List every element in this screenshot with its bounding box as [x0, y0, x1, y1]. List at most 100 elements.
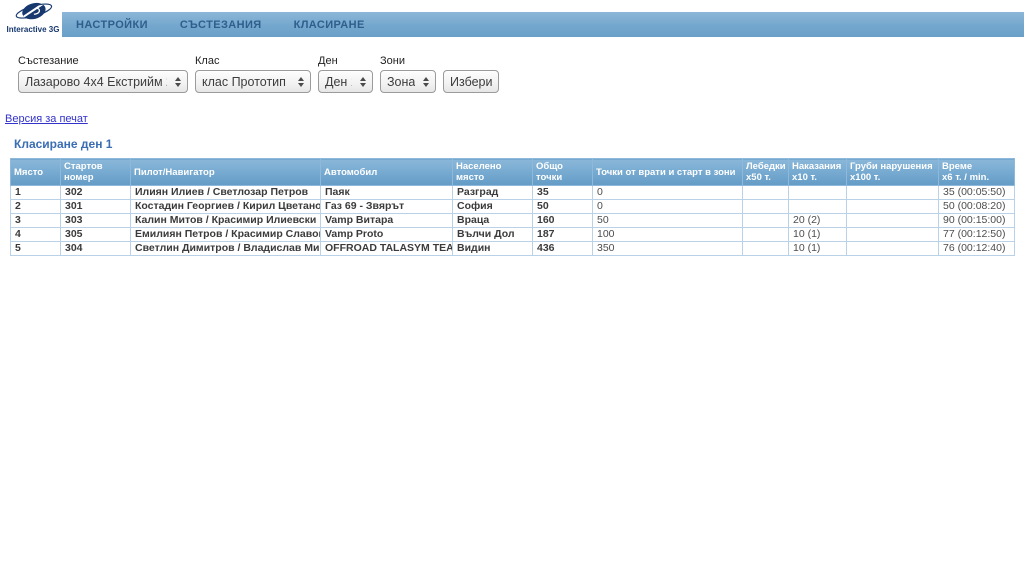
- cell-time: 77 (00:12:50): [939, 228, 1015, 242]
- competition-select-value: Лазарово 4x4 Екстрийм 2016: [25, 75, 167, 89]
- cell-total-points: 187: [533, 228, 593, 242]
- day-select-value: Ден 1: [325, 75, 352, 89]
- cell-winches: [743, 242, 789, 256]
- cell-town: София: [453, 200, 533, 214]
- class-label: Клас: [195, 55, 311, 67]
- cell-total-points: 436: [533, 242, 593, 256]
- cell-place: 2: [11, 200, 61, 214]
- dropdown-stepper-icon: [298, 77, 304, 87]
- cell-penalties: 20 (2): [789, 214, 847, 228]
- cell-total-points: 35: [533, 186, 593, 200]
- col-header-pilot-navigator: Пилот/Навигатор: [131, 159, 321, 186]
- cell-pilot-navigator: Костадин Георгиев / Кирил Цветанов: [131, 200, 321, 214]
- cell-gross-violations: [847, 214, 939, 228]
- cell-pilot-navigator: Емилиян Петров / Красимир Славов: [131, 228, 321, 242]
- col-header-total-points: Общо точки: [533, 159, 593, 186]
- cell-start-number: 301: [61, 200, 131, 214]
- cell-gate-points: 0: [593, 186, 743, 200]
- cell-gate-points: 100: [593, 228, 743, 242]
- cell-gross-violations: [847, 200, 939, 214]
- cell-penalties: [789, 186, 847, 200]
- cell-start-number: 305: [61, 228, 131, 242]
- col-header-winches: Лебедки x50 т.: [743, 159, 789, 186]
- cell-penalties: 10 (1): [789, 228, 847, 242]
- cell-time: 35 (00:05:50): [939, 186, 1015, 200]
- app-header: Interactive 3G НАСТРОЙКИ СЪСТЕЗАНИЯ КЛАС…: [0, 0, 1024, 46]
- print-version-link[interactable]: Версия за печат: [5, 113, 88, 125]
- cell-gross-violations: [847, 186, 939, 200]
- cell-winches: [743, 228, 789, 242]
- col-header-town: Населено място: [453, 159, 533, 186]
- cell-place: 5: [11, 242, 61, 256]
- col-header-start-number: Стартов номер: [61, 159, 131, 186]
- col-header-car: Автомобил: [321, 159, 453, 186]
- cell-winches: [743, 200, 789, 214]
- zones-select-value: Зона 7: [387, 75, 415, 89]
- cell-gate-points: 0: [593, 200, 743, 214]
- cell-town: Вълчи Дол: [453, 228, 533, 242]
- cell-start-number: 302: [61, 186, 131, 200]
- day-label: Ден: [318, 55, 373, 67]
- cell-car: Vamp Proto: [321, 228, 453, 242]
- table-row: 3 303 Калин Митов / Красимир Илиевски Va…: [11, 214, 1015, 228]
- cell-place: 4: [11, 228, 61, 242]
- cell-car: Газ 69 - Звярът: [321, 200, 453, 214]
- select-button[interactable]: Избери: [443, 70, 499, 93]
- cell-winches: [743, 214, 789, 228]
- cell-gate-points: 50: [593, 214, 743, 228]
- cell-place: 1: [11, 186, 61, 200]
- table-row: 1 302 Илиян Илиев / Светлозар Петров Пая…: [11, 186, 1015, 200]
- col-header-time: Време x6 т. / min.: [939, 159, 1015, 186]
- cell-gate-points: 350: [593, 242, 743, 256]
- dropdown-stepper-icon: [423, 77, 429, 87]
- cell-penalties: [789, 200, 847, 214]
- zones-label: Зони: [380, 55, 436, 67]
- cell-start-number: 303: [61, 214, 131, 228]
- col-header-place: Място: [11, 159, 61, 186]
- cell-car: OFFROAD TALASYM TEAM: [321, 242, 453, 256]
- col-header-penalties: Наказания x10 т.: [789, 159, 847, 186]
- cell-place: 3: [11, 214, 61, 228]
- cell-pilot-navigator: Калин Митов / Красимир Илиевски: [131, 214, 321, 228]
- filter-bar: Състезание Лазарово 4x4 Екстрийм 2016 Кл…: [18, 55, 1024, 93]
- brand-logo[interactable]: Interactive 3G: [4, 1, 62, 34]
- main-nav: НАСТРОЙКИ СЪСТЕЗАНИЯ КЛАСИРАНЕ: [62, 12, 1024, 37]
- cell-car: Vamp Витара: [321, 214, 453, 228]
- cell-pilot-navigator: Светлин Димитров / Владислав Миков: [131, 242, 321, 256]
- table-row: 5 304 Светлин Димитров / Владислав Миков…: [11, 242, 1015, 256]
- nav-item-settings[interactable]: НАСТРОЙКИ: [76, 19, 148, 31]
- dropdown-stepper-icon: [360, 77, 366, 87]
- col-header-gate-points: Точки от врати и старт в зони: [593, 159, 743, 186]
- cell-start-number: 304: [61, 242, 131, 256]
- page-title: Класиране ден 1: [14, 137, 1024, 151]
- cell-town: Видин: [453, 242, 533, 256]
- table-row: 4 305 Емилиян Петров / Красимир Славов V…: [11, 228, 1015, 242]
- col-header-gross-violations: Груби нарушения x100 т.: [847, 159, 939, 186]
- cell-time: 50 (00:08:20): [939, 200, 1015, 214]
- cell-penalties: 10 (1): [789, 242, 847, 256]
- cell-gross-violations: [847, 242, 939, 256]
- class-select[interactable]: клас Прототип: [195, 70, 311, 93]
- cell-time: 90 (00:15:00): [939, 214, 1015, 228]
- day-select[interactable]: Ден 1: [318, 70, 373, 93]
- class-select-value: клас Прототип: [202, 75, 286, 89]
- cell-total-points: 160: [533, 214, 593, 228]
- cell-pilot-navigator: Илиян Илиев / Светлозар Петров: [131, 186, 321, 200]
- cell-car: Паяк: [321, 186, 453, 200]
- cell-time: 76 (00:12:40): [939, 242, 1015, 256]
- ranking-table: Място Стартов номер Пилот/Навигатор Авто…: [10, 158, 1015, 256]
- competition-select[interactable]: Лазарово 4x4 Екстрийм 2016: [18, 70, 188, 93]
- cell-total-points: 50: [533, 200, 593, 214]
- brand-name: Interactive 3G: [4, 25, 62, 34]
- competition-label: Състезание: [18, 55, 188, 67]
- cell-gross-violations: [847, 228, 939, 242]
- cell-winches: [743, 186, 789, 200]
- zones-select[interactable]: Зона 7: [380, 70, 436, 93]
- table-row: 2 301 Костадин Георгиев / Кирил Цветанов…: [11, 200, 1015, 214]
- table-header-row: Място Стартов номер Пилот/Навигатор Авто…: [11, 159, 1015, 186]
- nav-item-ranking[interactable]: КЛАСИРАНЕ: [294, 19, 365, 31]
- cell-town: Враца: [453, 214, 533, 228]
- dropdown-stepper-icon: [175, 77, 181, 87]
- nav-item-competitions[interactable]: СЪСТЕЗАНИЯ: [180, 19, 262, 31]
- cell-town: Разград: [453, 186, 533, 200]
